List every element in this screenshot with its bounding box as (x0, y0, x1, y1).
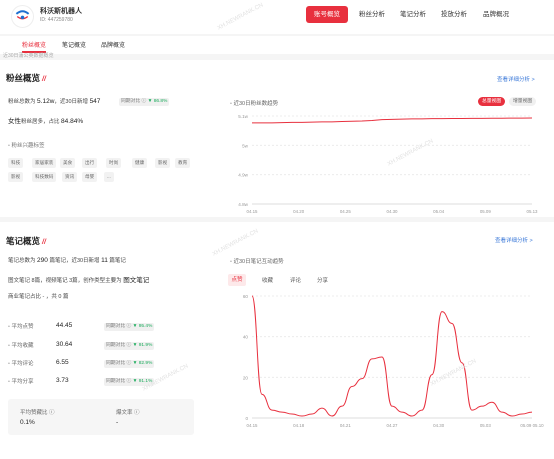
increment-view-toggle[interactable]: 增量视图 (509, 97, 537, 106)
section-tabs: 粉丝概览 笔记概览 品牌概览 (0, 36, 554, 54)
metric-label: • 平均点赞 (8, 324, 34, 330)
interest-tag: 影视 (8, 172, 24, 182)
notes-trend-chart: 60 40 20 0 04.15 04.18 04.21 04.27 04.30 05.03 05.… (243, 294, 544, 428)
interest-tags-title: • 粉丝兴趣标签 (8, 143, 45, 149)
x-tick-label: 04.30 (387, 209, 399, 214)
account-id: ID: 447259780 (40, 17, 73, 23)
metric-compare-badge: 同期对比 ⓘ ▼ 91.9% (104, 342, 155, 350)
notes-count-line: 笔记总数为 290 篇笔记，近30日新增 11 篇笔记 (8, 257, 126, 264)
tab-brand-overview[interactable]: 品牌概览 (101, 40, 125, 49)
interest-tag: 母婴 (82, 172, 98, 182)
interest-tag: 美食 (60, 158, 76, 168)
metric-label: • 平均分享 (8, 379, 34, 385)
metric-label: • 平均收藏 (8, 343, 34, 349)
total-view-toggle[interactable]: 总量视图 (478, 97, 506, 106)
nav-ads-analysis[interactable]: 投放分析 (438, 6, 470, 23)
fans-overview-card: 粉丝概览// 查看详细分析 > 粉丝总数为 5.12w，近30日新增 547 同… (0, 60, 554, 217)
notes-section-title: 笔记概览// (6, 236, 46, 246)
interest-tag: 教育 (175, 158, 191, 168)
series-line (251, 295, 533, 417)
metric-value: 30.64 (56, 341, 73, 348)
interest-tag: 影视 (155, 158, 171, 168)
title-decoration-icon: // (42, 76, 46, 83)
fans-trend-chart: 5.1w 5w 4.9w 4.8w 04.15 04.20 04.25 04.30 05.04 0… (238, 114, 539, 214)
metric-compare-badge: 同期对比 ⓘ ▼ 82.9% (104, 360, 155, 368)
account-header: 科沃斯机器人 ID: 447259780 账号概览 粉丝分析 笔记分析 投放分析… (0, 0, 554, 34)
metric-compare-badge: 同期对比 ⓘ ▼ 95.4% (104, 323, 155, 331)
fans-section-title: 粉丝概览// (6, 73, 46, 83)
interest-tag: 时尚 (106, 158, 122, 168)
commercial-notes-line: 商业笔记占比 - ，共 0 篇 (8, 294, 69, 300)
interest-tag: 科技数码 (32, 172, 57, 182)
y-tick-label: 4.8w (238, 202, 248, 207)
fans-gender-line: 女性粉丝居多，占比 84.84% (8, 118, 84, 125)
fans-compare-badge: 同期对比 ⓘ ▼ 86.8% (119, 98, 170, 106)
title-decoration-icon: // (42, 239, 46, 246)
chart-tab-comments[interactable]: 评论 (290, 276, 301, 284)
fans-count-value: 5.12w (37, 98, 55, 105)
tab-notes-overview[interactable]: 笔记概览 (62, 40, 86, 49)
nav-notes-analysis[interactable]: 笔记分析 (397, 6, 429, 23)
x-tick-label: 05.09 (480, 209, 492, 214)
x-tick-label: 04.21 (340, 423, 352, 428)
x-tick-label: 04.15 (247, 423, 259, 428)
x-tick-label: 04.15 (247, 209, 259, 214)
x-tick-label: 04.30 (433, 423, 445, 428)
tab-fans-overview[interactable]: 粉丝概览 (22, 40, 46, 49)
interest-tag: 健康 (132, 158, 148, 168)
y-tick-label: 5w (242, 143, 249, 148)
chart-tab-collects[interactable]: 收藏 (262, 276, 273, 284)
y-tick-label: 40 (243, 335, 249, 340)
chart-tab-shares[interactable]: 分享 (317, 276, 328, 284)
series-line (252, 117, 533, 124)
nav-account-overview[interactable]: 账号概览 (306, 6, 348, 23)
x-tick-label: 05.04 (433, 209, 445, 214)
y-tick-label: 5.1w (238, 114, 248, 119)
nav-brand-overview[interactable]: 品牌概况 (480, 6, 512, 23)
x-tick-label: 04.20 (293, 209, 305, 214)
notes-detail-link[interactable]: 查看详细分析 > (495, 236, 533, 244)
data-notice: 近30日蒲公英数据概览 (3, 53, 54, 59)
x-tick-label: 04.25 (340, 209, 352, 214)
x-tick-label: 04.18 (293, 423, 305, 428)
interest-tag: 科技 (8, 158, 24, 168)
metric-value: 3.73 (56, 377, 69, 384)
metric-label: • 平均评论 (8, 361, 34, 367)
x-tick-label: 05.03 (480, 423, 492, 428)
y-tick-label: 60 (243, 294, 249, 299)
fans-count-line: 粉丝总数为 5.12w，近30日新增 547 (8, 98, 101, 105)
notes-type-line: 图文笔记 8篇，视频笔记 3篇，创作类型主要为 图文笔记 (8, 277, 150, 284)
nav-fans-analysis[interactable]: 粉丝分析 (356, 6, 388, 23)
y-tick-label: 20 (243, 375, 249, 380)
interest-tag: ... (104, 172, 114, 182)
notes-trend-title: • 近30日笔记互动趋势 (230, 259, 284, 265)
metric-value: 6.55 (56, 359, 69, 366)
notes-overview-card: 笔记概览// 查看详细分析 > 笔记总数为 290 篇笔记，近30日新增 11 … (0, 222, 554, 459)
viral-rate-card: 爆文率 ⓘ - (106, 399, 194, 435)
interest-tag: 出行 (82, 158, 98, 168)
brand-avatar (11, 5, 34, 28)
chart-tab-likes[interactable]: 点赞 (228, 274, 246, 286)
fans-new-value: 547 (89, 98, 101, 105)
x-tick-label: 05.13 (527, 209, 539, 214)
y-tick-label: 4.9w (238, 173, 248, 178)
interest-tag: 家居家装 (32, 158, 57, 168)
metric-value: 44.45 (56, 322, 73, 329)
x-tick-label: 04.27 (387, 423, 399, 428)
x-tick-label: 05.09 05.10 (520, 423, 544, 428)
fans-detail-link[interactable]: 查看详细分析 > (497, 75, 535, 83)
account-name: 科沃斯机器人 (40, 8, 82, 15)
interest-tag: 资讯 (62, 172, 78, 182)
metric-compare-badge: 同期对比 ⓘ ▼ 91.1% (104, 378, 155, 386)
y-tick-label: 0 (245, 416, 248, 421)
